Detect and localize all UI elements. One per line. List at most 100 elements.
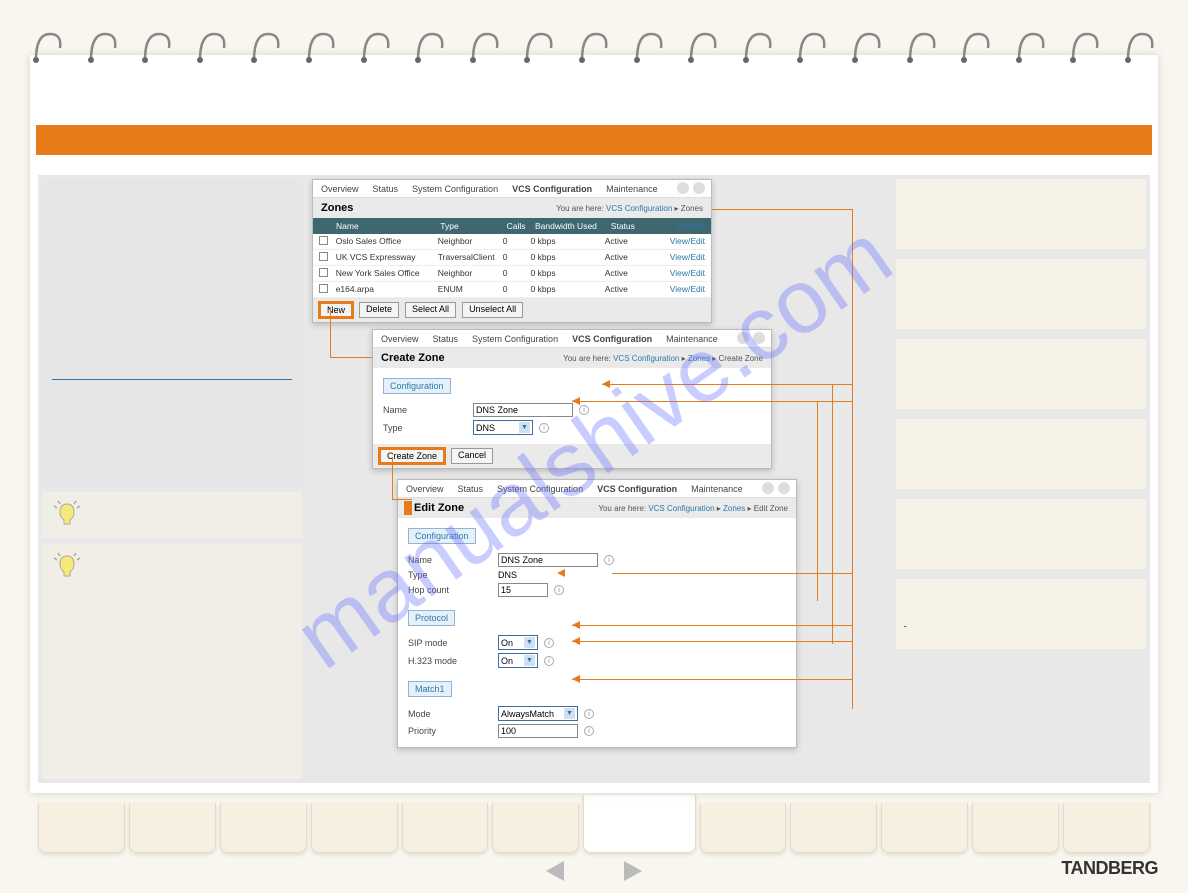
connector-line <box>392 457 393 499</box>
name-input[interactable] <box>498 553 598 567</box>
hop-count-input[interactable] <box>498 583 548 597</box>
left-nav-card <box>42 179 302 486</box>
info-icon[interactable]: i <box>544 656 554 666</box>
connector-line <box>572 401 852 402</box>
menu-item[interactable]: Overview <box>381 334 419 344</box>
row-checkbox[interactable] <box>319 284 328 293</box>
bottom-tab[interactable] <box>492 803 579 853</box>
menu-item-active[interactable]: VCS Configuration <box>597 484 677 494</box>
info-icon[interactable]: i <box>584 709 594 719</box>
table-row: e164.arpa ENUM 0 0 kbps Active View/Edit <box>313 282 711 298</box>
callout-link[interactable] <box>904 617 1138 627</box>
connector-line <box>392 499 412 500</box>
connector-line <box>817 401 818 601</box>
bottom-tab[interactable] <box>38 803 125 853</box>
priority-input[interactable] <box>498 724 578 738</box>
view-edit-link[interactable]: View/Edit <box>670 252 705 263</box>
bottom-tab[interactable] <box>220 803 307 853</box>
type-select[interactable]: DNS <box>473 420 533 435</box>
cell-type: TraversalClient <box>438 252 503 263</box>
menubar: Overview Status System Configuration VCS… <box>313 180 711 198</box>
menu-item-active[interactable]: VCS Configuration <box>572 334 652 344</box>
type-label: Type <box>408 570 498 580</box>
callout-card <box>896 259 1146 329</box>
arrow-icon <box>572 621 580 629</box>
help-icon[interactable] <box>677 182 689 194</box>
menu-item[interactable]: Overview <box>321 184 359 194</box>
h323-mode-select[interactable]: On <box>498 653 538 668</box>
help-icon[interactable] <box>762 482 774 494</box>
unselect-all-button[interactable]: Unselect All <box>462 302 523 318</box>
bottom-tab[interactable] <box>881 803 968 853</box>
bottom-tab[interactable] <box>790 803 877 853</box>
info-icon[interactable]: i <box>554 585 564 595</box>
view-edit-link[interactable]: View/Edit <box>670 268 705 279</box>
bottom-tab[interactable] <box>972 803 1059 853</box>
info-icon[interactable]: i <box>584 726 594 736</box>
callout-card <box>896 179 1146 249</box>
logout-icon[interactable] <box>753 332 765 344</box>
cell-calls: 0 <box>503 284 531 295</box>
info-icon[interactable]: i <box>539 423 549 433</box>
menu-item-active[interactable]: VCS Configuration <box>512 184 592 194</box>
center-column: Overview Status System Configuration VCS… <box>312 179 886 779</box>
logout-icon[interactable] <box>693 182 705 194</box>
connector-line <box>572 625 852 626</box>
lightbulb-icon <box>52 552 82 582</box>
bottom-tab[interactable] <box>1063 803 1150 853</box>
bottom-tab-active[interactable] <box>583 795 695 853</box>
select-all-button[interactable]: Select All <box>405 302 456 318</box>
bottom-tab[interactable] <box>402 803 489 853</box>
row-checkbox[interactable] <box>319 236 328 245</box>
arrow-icon <box>572 397 580 405</box>
menu-item[interactable]: System Configuration <box>497 484 583 494</box>
prev-page-arrow-icon[interactable] <box>546 861 564 881</box>
menu-item[interactable]: System Configuration <box>472 334 558 344</box>
row-checkbox[interactable] <box>319 252 328 261</box>
new-button[interactable]: New <box>319 302 353 318</box>
table-row: Oslo Sales Office Neighbor 0 0 kbps Acti… <box>313 234 711 250</box>
help-icon[interactable] <box>737 332 749 344</box>
zones-screenshot: Overview Status System Configuration VCS… <box>312 179 712 323</box>
table-row: New York Sales Office Neighbor 0 0 kbps … <box>313 266 711 282</box>
mode-select[interactable]: AlwaysMatch <box>498 706 578 721</box>
menu-item[interactable]: Status <box>373 184 399 194</box>
nav-arrows <box>546 861 642 881</box>
menu-item[interactable]: Status <box>433 334 459 344</box>
name-label: Name <box>383 405 473 415</box>
priority-label: Priority <box>408 726 498 736</box>
menu-item[interactable]: Maintenance <box>666 334 718 344</box>
cancel-button[interactable]: Cancel <box>451 448 493 464</box>
configuration-tab[interactable]: Configuration <box>383 378 451 394</box>
configuration-tab[interactable]: Configuration <box>408 528 476 544</box>
bottom-tab[interactable] <box>311 803 398 853</box>
sip-mode-select[interactable]: On <box>498 635 538 650</box>
connector-line <box>330 357 372 358</box>
bottom-tab[interactable] <box>129 803 216 853</box>
connector-line <box>330 307 331 357</box>
menu-item[interactable]: Maintenance <box>606 184 658 194</box>
breadcrumb: You are here: VCS Configuration ▸ Zones … <box>563 354 763 363</box>
protocol-tab[interactable]: Protocol <box>408 610 455 626</box>
menu-item[interactable]: Status <box>458 484 484 494</box>
cell-calls: 0 <box>503 268 531 279</box>
create-zone-button[interactable]: Create Zone <box>379 448 445 464</box>
info-icon[interactable]: i <box>544 638 554 648</box>
menu-item[interactable]: Maintenance <box>691 484 743 494</box>
menu-item[interactable]: System Configuration <box>412 184 498 194</box>
info-icon[interactable]: i <box>604 555 614 565</box>
lightbulb-icon <box>52 500 82 530</box>
cell-status: Active <box>605 252 670 263</box>
view-edit-link[interactable]: View/Edit <box>670 236 705 247</box>
next-page-arrow-icon[interactable] <box>624 861 642 881</box>
row-checkbox[interactable] <box>319 268 328 277</box>
name-input[interactable] <box>473 403 573 417</box>
delete-button[interactable]: Delete <box>359 302 399 318</box>
info-icon[interactable]: i <box>579 405 589 415</box>
view-edit-link[interactable]: View/Edit <box>670 284 705 295</box>
panel-title-bar: Create Zone You are here: VCS Configurat… <box>373 348 771 368</box>
bottom-tab[interactable] <box>700 803 787 853</box>
logout-icon[interactable] <box>778 482 790 494</box>
match-tab[interactable]: Match1 <box>408 681 452 697</box>
menu-item[interactable]: Overview <box>406 484 444 494</box>
